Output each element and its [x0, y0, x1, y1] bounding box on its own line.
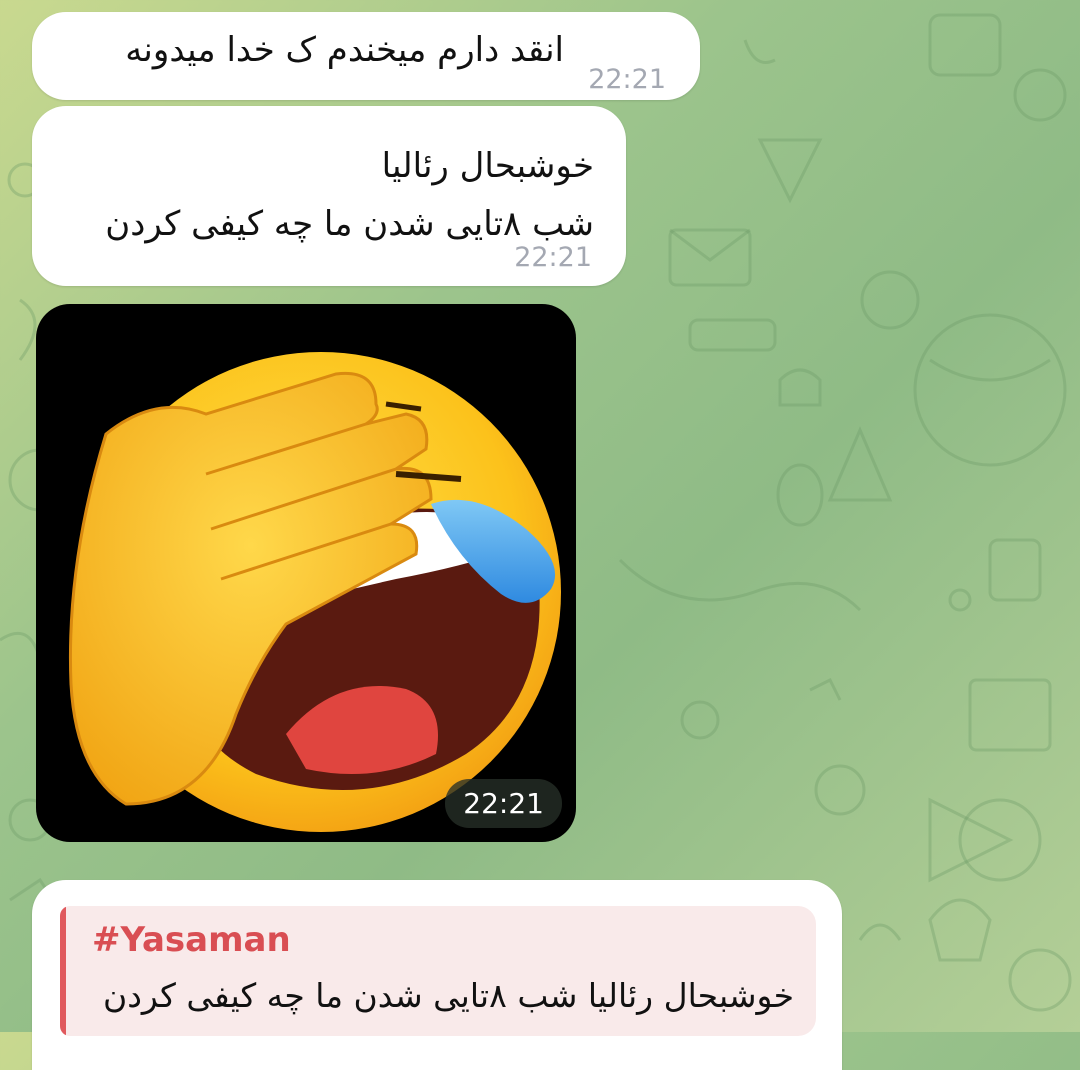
message-timestamp: 22:21 — [588, 64, 666, 95]
message-bubble[interactable]: انقد دارم میخندم ک خدا میدونه 22:21 — [32, 12, 700, 100]
message-text: انقد دارم میخندم ک خدا میدونه — [125, 30, 564, 70]
message-timestamp: 22:21 — [445, 779, 562, 828]
reply-preview[interactable]: #Yasaman خوشبحال رئالیا شب ۸تایی شدن ما … — [60, 906, 816, 1036]
message-bubble[interactable]: خوشبحال رئالیا شب ۸تایی شدن ما چه کیفی ک… — [32, 106, 626, 286]
message-text-line: خوشبحال رئالیا — [381, 146, 594, 186]
facepalm-laughing-emoji-icon — [68, 352, 561, 832]
reply-quote-text: خوشبحال رئالیا شب ۸تایی شدن ما چه کیفی ک… — [102, 976, 794, 1015]
reply-accent-bar — [60, 906, 66, 1036]
message-timestamp: 22:21 — [514, 242, 592, 273]
reply-sender-name: #Yasaman — [92, 920, 291, 960]
photo-message[interactable]: 22:21 — [36, 304, 576, 842]
message-text-line: شب ۸تایی شدن ما چه کیفی کردن — [105, 204, 594, 244]
message-bubble[interactable]: #Yasaman خوشبحال رئالیا شب ۸تایی شدن ما … — [32, 880, 842, 1070]
